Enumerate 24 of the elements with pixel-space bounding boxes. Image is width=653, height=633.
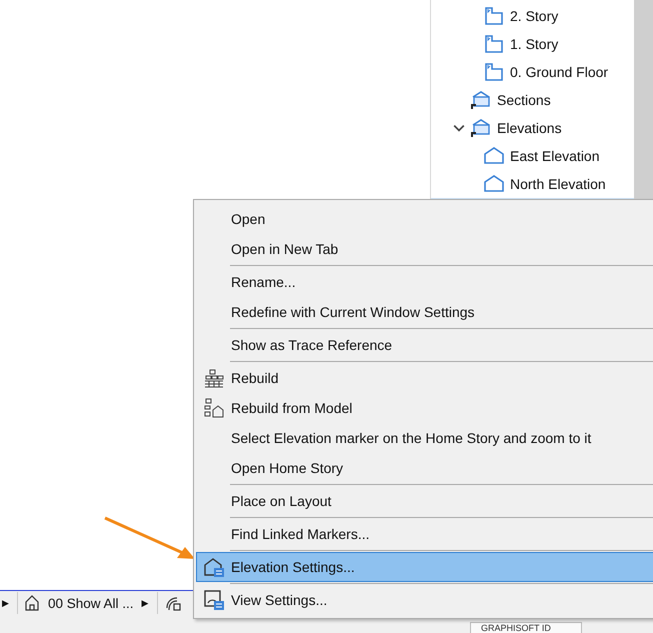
arrow-button[interactable]: ▶ <box>140 598 151 608</box>
menu-item[interactable]: View Settings... <box>196 585 653 615</box>
menu-item[interactable]: Find Linked Markers... <box>196 519 653 549</box>
menu-item[interactable]: Show as Trace Reference <box>196 330 653 360</box>
account-label[interactable]: GRAPHISOFT ID <box>470 622 582 633</box>
tree-item[interactable]: Elevations <box>431 114 634 142</box>
menu-item[interactable]: Open <box>196 204 653 234</box>
tree-item[interactable]: 2. Story <box>431 2 634 30</box>
menu-item[interactable]: Open Home Story <box>196 453 653 483</box>
menu-item[interactable]: Select Elevation marker on the Home Story and zoom to it <box>196 423 653 453</box>
menu-item[interactable]: Elevation Settings... <box>196 552 653 582</box>
tree-item[interactable]: North Elevation <box>431 170 634 198</box>
layer-combination-label[interactable]: 00 Show All ... <box>48 596 134 610</box>
tree-item[interactable]: 1. Story <box>431 30 634 58</box>
menu-item[interactable]: Rename... <box>196 267 653 297</box>
tree-item[interactable]: 0. Ground Floor <box>431 58 634 86</box>
menu-item[interactable]: Rebuild from Model <box>196 393 653 423</box>
menu-item[interactable]: Place on Layout <box>196 486 653 516</box>
tree-item[interactable]: Sections <box>431 86 634 114</box>
menu-item[interactable]: Open in New Tab <box>196 234 653 264</box>
menu-item[interactable]: Rebuild <box>196 363 653 393</box>
arrow-button[interactable]: ▶ <box>0 598 11 608</box>
tree-item[interactable]: East Elevation <box>431 142 634 170</box>
menu-item[interactable]: Redefine with Current Window Settings <box>196 297 653 327</box>
